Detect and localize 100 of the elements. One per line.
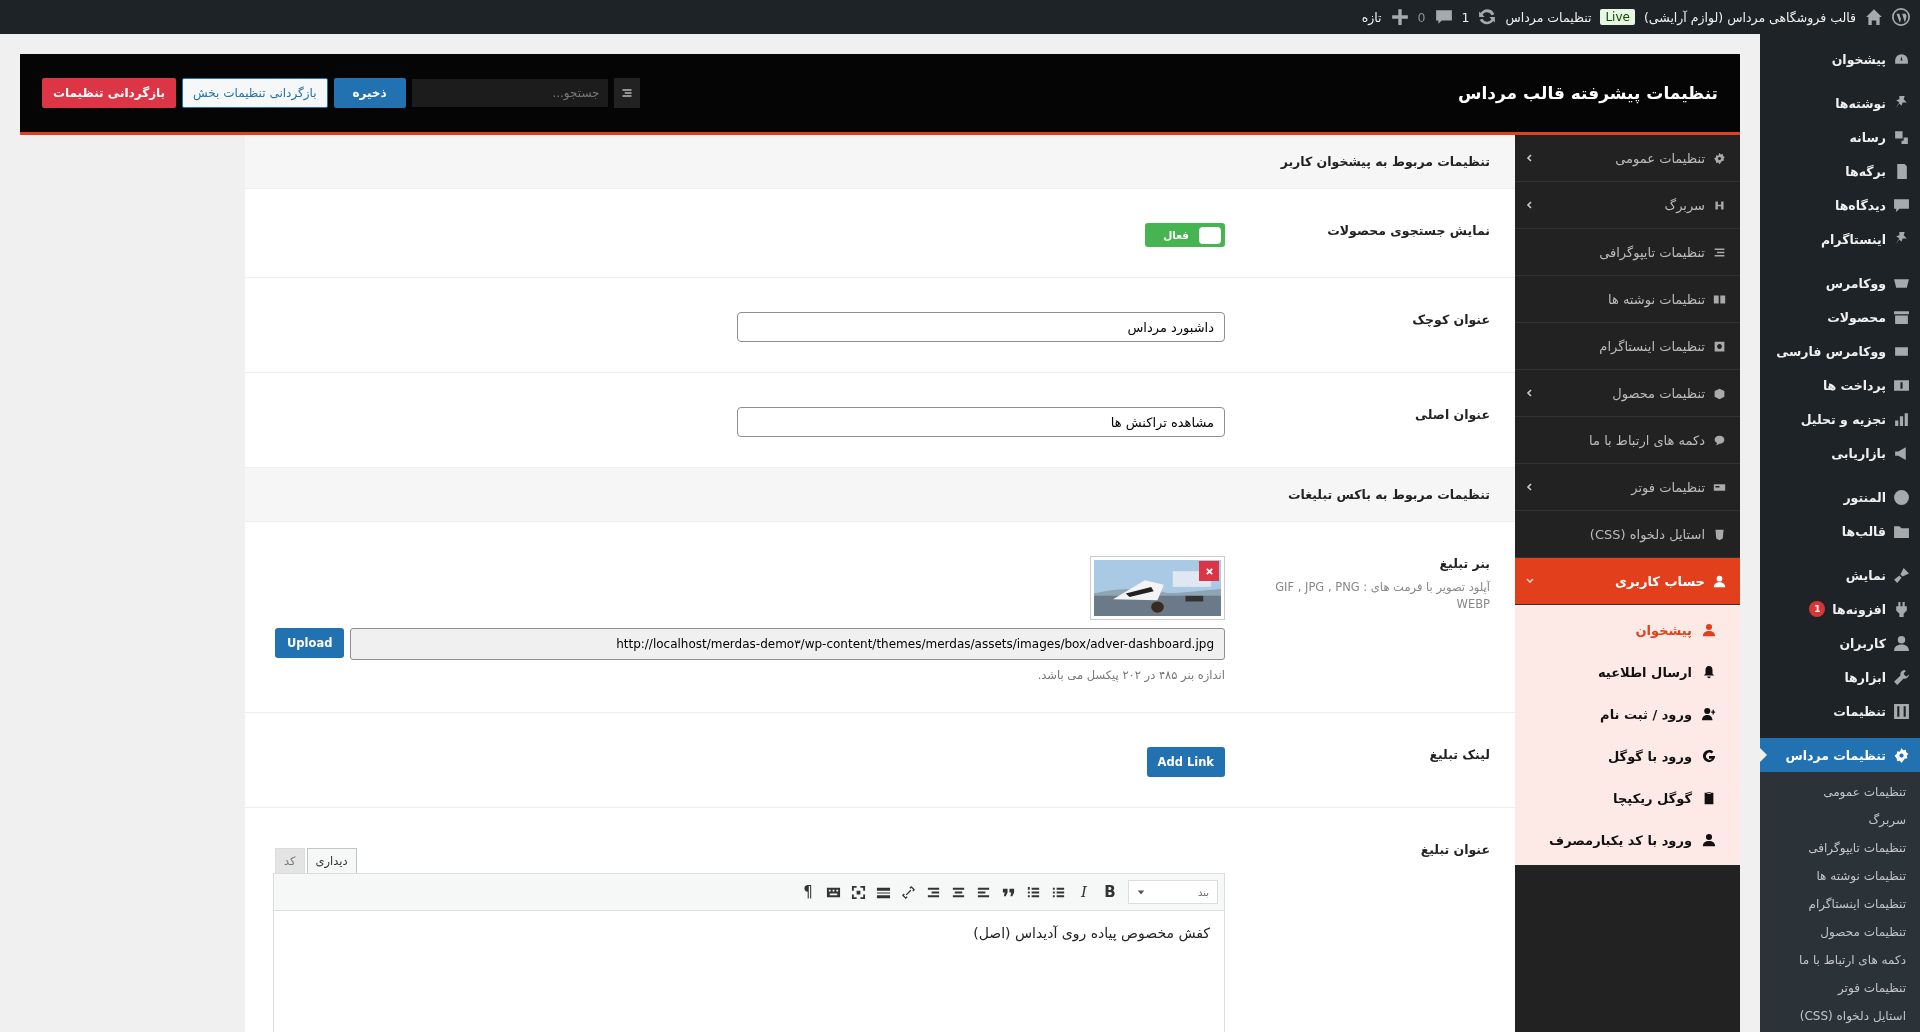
home-icon[interactable] (1865, 8, 1883, 26)
sidebar-item[interactable]: تجزیه و تحلیل (1760, 402, 1920, 436)
archive-icon (1893, 308, 1910, 326)
fullscreen-icon[interactable] (851, 884, 866, 900)
italic-button[interactable]: I (1076, 883, 1092, 901)
url-field[interactable]: http://localhost/merdas-demo۳/wp-content/themes/merdas/assets/images/box/adver-dashboard.jpg (350, 628, 1225, 660)
add-link-button[interactable]: Add Link (1146, 747, 1225, 777)
media-icon (1893, 128, 1910, 146)
numbered-list-icon[interactable] (1026, 884, 1041, 900)
sidebar-item[interactable]: رسانه (1760, 120, 1920, 154)
hint-text: اندازه بنر ۴۸۵ در ۲۰۲ پیکسل می باشد. (1037, 668, 1225, 682)
page-title: تنظیمات پیشرفته قالب مرداس (1457, 83, 1718, 103)
sidebar-item[interactable]: تنظیمات مرداس (1760, 738, 1920, 772)
header-button[interactable]: ذخیره (333, 78, 406, 108)
settings-icon (1713, 151, 1726, 165)
submenu-item[interactable]: ورود با گوگل (1515, 735, 1740, 777)
heading-icon (1713, 198, 1726, 212)
plug-icon (1893, 600, 1910, 618)
submenu-item[interactable]: ارسال اطلاعیه (1515, 651, 1740, 693)
section-heading: تنظیمات مربوط به پیشخوان کاربر (245, 135, 1515, 189)
wordpress-logo-icon[interactable] (1892, 8, 1910, 26)
sidebar-item[interactable]: بازاریابی (1760, 436, 1920, 470)
camera-icon (1713, 339, 1726, 353)
settings-link[interactable]: تنظیمات مرداس (1505, 9, 1592, 25)
field-description: آپلود تصویر با فرمت های : GIF , JPG , PNG WEBP (1274, 579, 1490, 614)
search-field[interactable]: جستجو... (411, 79, 608, 107)
submenu-item[interactable]: استایل دلخواه (CSS) (1760, 1002, 1920, 1030)
submenu-item[interactable]: پیشخوان (1515, 609, 1740, 651)
text-direction-button[interactable]: ¶ (800, 883, 816, 901)
align-icon (1713, 245, 1726, 259)
comment-icon[interactable] (1434, 8, 1453, 26)
plus-icon[interactable] (1390, 8, 1409, 26)
user-icon (1702, 623, 1716, 637)
wrench-icon (1893, 668, 1910, 686)
upload-button[interactable]: Upload (275, 628, 345, 658)
caret-icon (1137, 888, 1145, 896)
user-icon (1702, 833, 1716, 847)
submenu-item[interactable]: ورود با کد یکبارمصرف (1515, 819, 1740, 861)
bell-icon (1702, 665, 1716, 679)
header-button[interactable]: بازگردانی تنظیمات (42, 78, 177, 108)
editor-content[interactable]: کفش مخصوص پیاده روی آدیداس (اصل) (274, 911, 1224, 1032)
field-label: بنر تبلیغ (1438, 556, 1490, 571)
submenu-item[interactable]: تنظیمات اینستاگرام (1760, 890, 1920, 918)
header-button[interactable]: بازگردانی تنظیمات بخش (182, 78, 328, 108)
sidebar-item[interactable]: کاربران (1760, 626, 1920, 660)
submenu-item[interactable]: دکمه های ارتباط با ما (1760, 946, 1920, 974)
collapse-button[interactable] (613, 78, 640, 108)
sidebar-item[interactable]: ووکامرس (1760, 266, 1920, 300)
book-icon (1713, 292, 1726, 306)
bold-button[interactable]: B (1102, 883, 1118, 901)
sidebar-item[interactable]: نوشته‌ها (1760, 86, 1920, 120)
sidebar-item[interactable]: دیدگاه‌ها (1760, 188, 1920, 222)
submenu-item[interactable]: سربرگ (1760, 806, 1920, 834)
settings-menu-item[interactable]: حساب کاربری (1515, 558, 1740, 605)
sidebar-item[interactable]: ابزارها (1760, 660, 1920, 694)
sidebar-item[interactable]: پرداخت ها (1760, 368, 1920, 402)
submenu-item[interactable]: تنظیمات نوشته ها (1760, 862, 1920, 890)
sidebar-item[interactable]: تنظیمات (1760, 694, 1920, 728)
submenu-item[interactable]: تنظیمات عمومی (1760, 778, 1920, 806)
settings-icon (1893, 746, 1910, 764)
field-label: عنوان کوچک (1411, 312, 1490, 327)
bar-chart-icon (1893, 410, 1910, 428)
submenu-item[interactable]: تنظیمات تایپوگرافی (1760, 834, 1920, 862)
updates-count: 1 (1461, 9, 1470, 25)
field-label: نمایش جستجوی محصولات (1326, 223, 1490, 238)
clipboard-icon (1702, 791, 1716, 805)
editor-tab[interactable]: دیداری (306, 848, 357, 873)
count-badge: 1 (1809, 601, 1826, 617)
field-label: لینک تبلیغ (1428, 747, 1490, 762)
section-heading: تنظیمات مربوط به باکس تبلیغات (245, 468, 1515, 522)
brush-icon (1893, 566, 1910, 584)
sidebar-item[interactable]: اینستاگرام (1760, 222, 1920, 256)
submenu-item[interactable]: تنظیمات فوتر (1760, 974, 1920, 1002)
close-icon (1204, 566, 1214, 576)
refresh-icon[interactable] (1478, 8, 1497, 26)
field-label: عنوان تبلیغ (1419, 842, 1490, 857)
user-icon (1893, 634, 1910, 652)
circle-icon (1893, 488, 1910, 506)
editor-tab[interactable]: کد (275, 848, 305, 873)
remove-image-button[interactable] (1199, 561, 1219, 581)
sidebar-item[interactable]: پیشخوان (1760, 42, 1920, 76)
sidebar-item[interactable]: محصولات (1760, 300, 1920, 334)
submenu-item[interactable]: گوگل ریکپچا (1515, 777, 1740, 819)
text-field[interactable]: داشبورد مرداس (737, 312, 1225, 342)
shield-icon (1713, 527, 1726, 541)
site-title-link[interactable]: قالب فروشگاهی مرداس (لوازم آرایشی) (1643, 9, 1856, 25)
sidebar-item[interactable]: المنتور (1760, 480, 1920, 514)
new-link[interactable]: تازه (1361, 9, 1382, 25)
comment-icon (1893, 196, 1910, 214)
sidebar-item[interactable]: ووکامرس فارسی (1760, 334, 1920, 368)
sidebar-item[interactable]: نمایش (1760, 558, 1920, 592)
chat-icon (1713, 433, 1726, 447)
format-dropdown[interactable]: بند (1128, 880, 1218, 904)
text-field[interactable]: مشاهده تراکنش ها (737, 407, 1225, 437)
sidebar-item[interactable]: قالب‌ها (1760, 514, 1920, 548)
submenu-item[interactable]: تنظیمات محصول (1760, 918, 1920, 946)
submenu-item[interactable]: ورود / ثبت نام (1515, 693, 1740, 735)
field-label: عنوان اصلی (1414, 407, 1490, 422)
sidebar-item[interactable]: برگه‌ها (1760, 154, 1920, 188)
user-plus-icon (1702, 707, 1716, 721)
